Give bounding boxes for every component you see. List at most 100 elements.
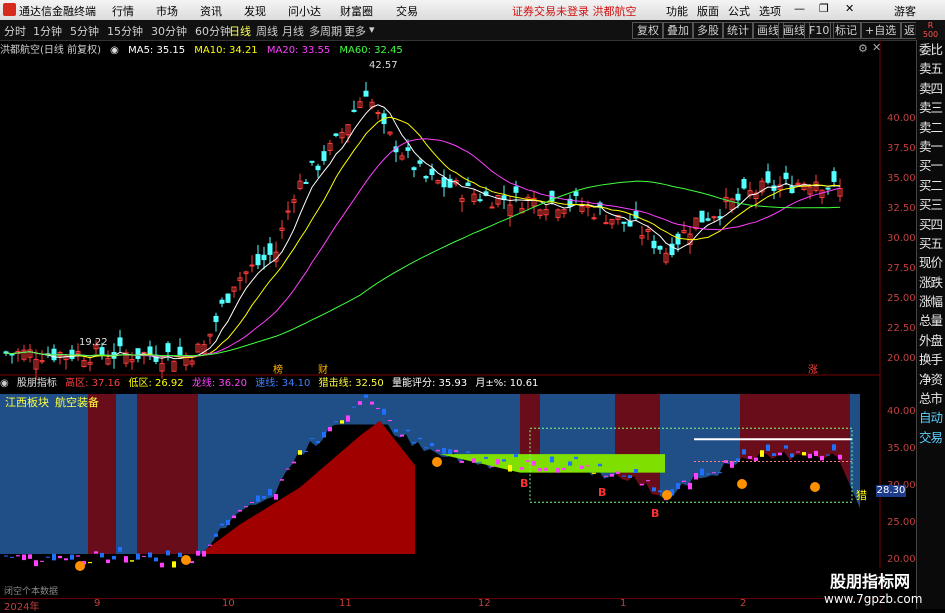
ind-candle xyxy=(484,456,488,459)
event-marker-finance[interactable]: 财 xyxy=(318,361,328,376)
more-dropdown-icon[interactable]: ▾ xyxy=(369,23,375,36)
menu-options[interactable]: 选项 xyxy=(759,3,781,19)
menu-layout[interactable]: 版面 xyxy=(697,3,719,19)
period-tab-1min[interactable]: 1分钟 xyxy=(33,23,62,39)
candle-body xyxy=(771,185,777,191)
ind-candle xyxy=(340,420,344,424)
ind-candle xyxy=(142,555,146,557)
indicator-tick: 40.00 xyxy=(887,406,916,417)
quote-field-1: 卖五 xyxy=(919,61,943,77)
candle-body xyxy=(315,165,321,171)
ind-candle xyxy=(814,450,818,457)
menu-news[interactable]: 资讯 xyxy=(200,3,222,19)
candle-body xyxy=(363,90,369,97)
close-icon[interactable]: ✕ xyxy=(845,2,854,15)
statistics-button[interactable]: 统计 xyxy=(722,22,754,39)
menu-market[interactable]: 行情 xyxy=(112,3,134,19)
period-tab-tick[interactable]: 分时 xyxy=(4,23,26,39)
add-favorite-button[interactable]: +自选 xyxy=(860,22,902,39)
ind-candle xyxy=(136,553,140,560)
ind-candle xyxy=(616,471,620,474)
ind-candle xyxy=(808,453,812,459)
ind-candle xyxy=(118,546,122,552)
ind-candle xyxy=(352,406,356,408)
period-tab-15min[interactable]: 15分钟 xyxy=(107,23,143,39)
chart-settings-icon[interactable]: ⚙ xyxy=(858,42,868,55)
indicator-settings-icon[interactable]: ◉ xyxy=(0,378,9,389)
signal-dot xyxy=(75,561,85,571)
ma20-value: MA20: 33.55 xyxy=(266,45,331,56)
menu-ask[interactable]: 问小达 xyxy=(288,3,321,19)
ind-candle xyxy=(748,456,752,459)
watermark: 股朋指标网 www.7gpzb.com xyxy=(824,568,922,608)
candle-body xyxy=(69,349,75,360)
event-marker-list[interactable]: 榜 xyxy=(273,361,283,376)
price-info-bar: 洪都航空(日线 前复权) ◉ MA5: 35.15 MA10: 34.21 MA… xyxy=(0,41,409,56)
ind-candle xyxy=(562,467,566,471)
menu-function[interactable]: 功能 xyxy=(666,3,688,19)
period-tab-monthly[interactable]: 月线 xyxy=(282,23,304,39)
period-tab-30min[interactable]: 30分钟 xyxy=(151,23,187,39)
ind-candle xyxy=(568,461,572,466)
overlay-button[interactable]: 叠加 xyxy=(662,22,694,39)
energy-score-value: 量能评分: 35.93 xyxy=(391,378,468,389)
ind-candle xyxy=(10,556,14,558)
period-tab-60min[interactable]: 60分钟 xyxy=(195,23,231,39)
quote-field-19[interactable]: 自动 xyxy=(917,408,945,427)
menu-discover[interactable]: 发现 xyxy=(244,3,266,19)
hunt-tag: 猎 xyxy=(856,489,867,502)
ind-candle xyxy=(400,434,404,437)
ind-candle xyxy=(796,451,800,453)
ind-candle xyxy=(4,555,8,557)
ind-candle xyxy=(676,483,680,489)
ind-candle xyxy=(712,472,716,474)
kline-chart[interactable] xyxy=(0,40,916,609)
settings-icon[interactable]: ◉ xyxy=(110,45,119,56)
mark-button[interactable]: 标记 xyxy=(830,22,862,39)
period-tab-5min[interactable]: 5分钟 xyxy=(70,23,99,39)
period-tab-more[interactable]: 更多 xyxy=(344,23,366,39)
ind-candle xyxy=(376,407,380,409)
ind-candle xyxy=(730,461,734,468)
month-label: 11 xyxy=(339,598,352,609)
price-tick: 32.50 xyxy=(887,203,916,214)
moving-averages xyxy=(5,104,841,360)
menu-wealth[interactable]: 财富圈 xyxy=(340,3,373,19)
ind-candle xyxy=(304,451,308,453)
quote-field-2: 卖四 xyxy=(919,80,943,96)
period-tab-multi[interactable]: 多周期 xyxy=(309,23,342,39)
adjust-button[interactable]: 复权 xyxy=(632,22,664,39)
ind-candle xyxy=(46,556,50,558)
candle-body xyxy=(333,133,339,136)
ind-candle xyxy=(532,460,536,466)
menu-markets[interactable]: 市场 xyxy=(156,3,178,19)
ind-candle xyxy=(298,450,302,455)
ind-candle xyxy=(694,472,698,480)
candle-body xyxy=(513,186,519,193)
menu-trade[interactable]: 交易 xyxy=(396,3,418,19)
minimize-icon[interactable]: — xyxy=(794,2,805,15)
restore-icon[interactable]: ❐ xyxy=(819,2,829,15)
period-tab-daily[interactable]: 日线 xyxy=(229,23,251,39)
ind-candle xyxy=(346,415,350,422)
candle-body xyxy=(711,216,717,219)
quote-field-18: 总市 xyxy=(919,391,943,407)
ind-candle xyxy=(466,451,470,453)
period-tab-weekly[interactable]: 周线 xyxy=(256,23,278,39)
event-marker-limit[interactable]: 涨 xyxy=(808,361,818,376)
candle-body xyxy=(417,160,423,164)
indicator-tick: 20.00 xyxy=(887,554,916,565)
login-alert[interactable]: 证券交易未登录 洪都航空 xyxy=(512,3,637,19)
menu-formula[interactable]: 公式 xyxy=(728,3,750,19)
ind-candle xyxy=(700,468,704,476)
menu-bar: 通达信金融终端 行情 市场 资讯 发现 问小达 财富圈 交易 证券交易未登录 洪… xyxy=(0,0,945,21)
chart-close-icon[interactable]: ✕ xyxy=(872,41,881,54)
candle-body xyxy=(261,254,267,261)
quote-field-20[interactable]: 交易 xyxy=(917,428,945,447)
multi-stock-button[interactable]: 多股 xyxy=(692,22,724,39)
indicator-name[interactable]: 股朋指标 xyxy=(17,378,57,389)
ind-candle xyxy=(70,554,74,560)
ind-candle xyxy=(820,455,824,461)
guest-label[interactable]: 游客 xyxy=(894,3,916,19)
candle-body xyxy=(267,243,273,255)
